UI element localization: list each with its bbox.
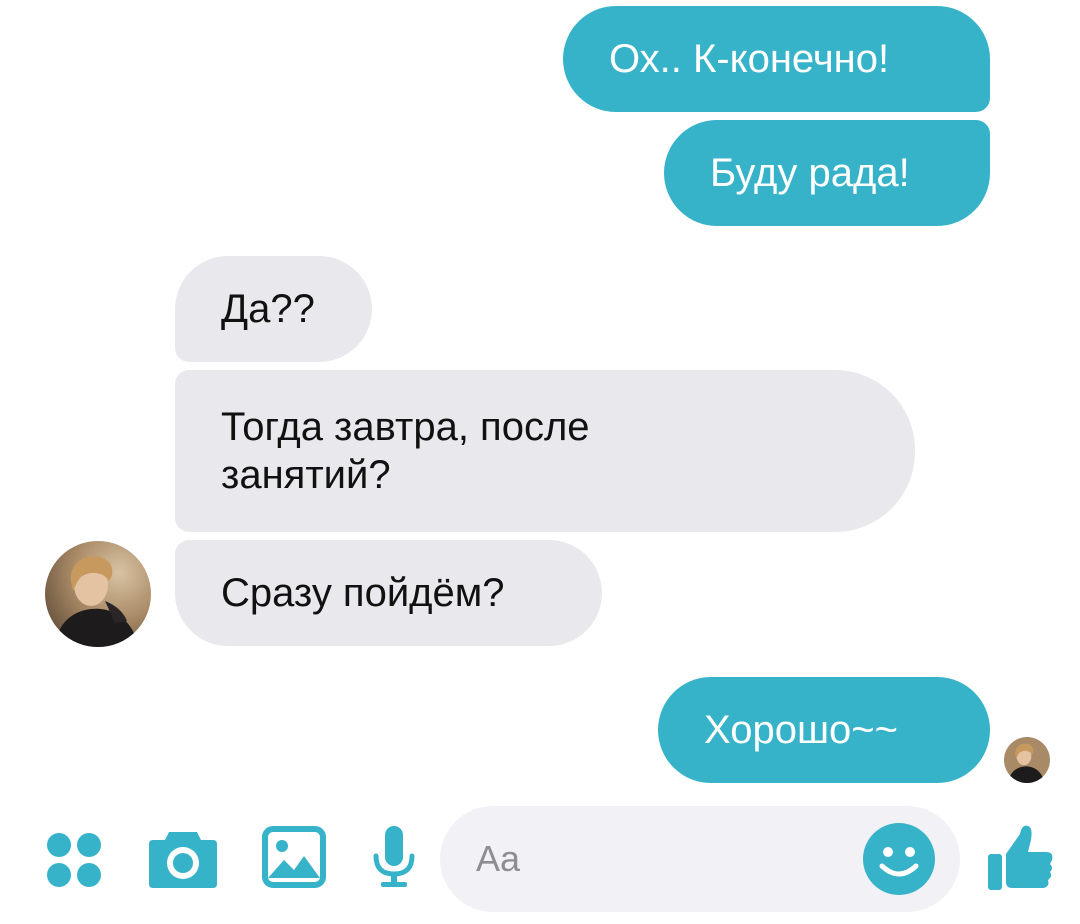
outgoing-message[interactable]: Хорошо~~ bbox=[658, 677, 990, 783]
incoming-message[interactable]: Да?? bbox=[175, 256, 372, 362]
message-input[interactable]: Aa bbox=[440, 806, 960, 912]
seen-avatar bbox=[1004, 737, 1050, 783]
message-text: Тогда завтра, после занятий? bbox=[221, 405, 590, 497]
microphone-icon[interactable] bbox=[372, 826, 416, 888]
message-input-placeholder: Aa bbox=[476, 838, 521, 879]
contact-avatar[interactable] bbox=[45, 541, 151, 647]
message-text: Хорошо~~ bbox=[704, 708, 899, 752]
image-icon[interactable] bbox=[262, 826, 326, 888]
message-text: Да?? bbox=[221, 287, 315, 331]
smiley-icon[interactable] bbox=[862, 822, 936, 896]
four-dots-icon[interactable] bbox=[46, 832, 102, 888]
message-text: Сразу пойдём? bbox=[221, 571, 505, 615]
seen-avatar-photo bbox=[1004, 737, 1050, 783]
outgoing-message[interactable]: Ох.. К-конечно! bbox=[563, 6, 990, 112]
message-text: Буду рада! bbox=[710, 151, 910, 195]
incoming-message[interactable]: Тогда завтра, после занятий? bbox=[175, 370, 915, 532]
avatar-photo bbox=[45, 541, 151, 647]
outgoing-message[interactable]: Буду рада! bbox=[664, 120, 990, 226]
thumbs-up-icon[interactable] bbox=[986, 820, 1054, 892]
incoming-message[interactable]: Сразу пойдём? bbox=[175, 540, 602, 646]
message-text: Ох.. К-конечно! bbox=[609, 37, 890, 81]
camera-icon[interactable] bbox=[149, 828, 217, 888]
